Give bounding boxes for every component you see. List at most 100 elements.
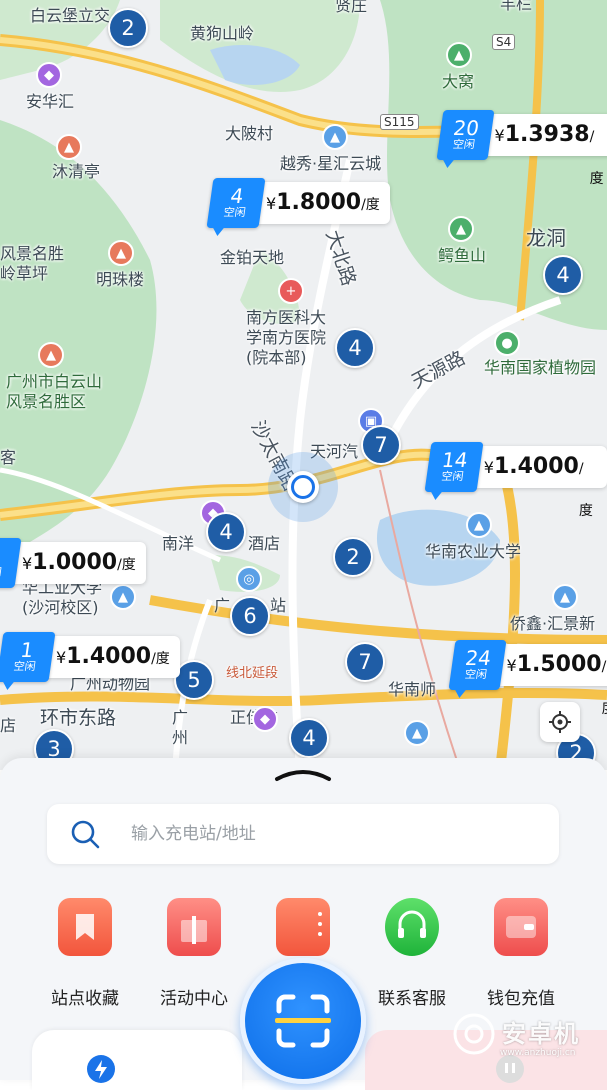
- watermark-title: 安卓机: [502, 1020, 580, 1048]
- station-cluster[interactable]: 4: [289, 718, 329, 758]
- station-cluster[interactable]: 4: [206, 512, 246, 552]
- place-label: 贤庄: [335, 0, 368, 15]
- station-available-count: 20: [451, 116, 481, 140]
- station-available-count: 4: [228, 184, 246, 208]
- highway-badge: S4: [492, 34, 516, 50]
- charging-station-marker[interactable]: 14 空闲 ¥1.4000/度: [424, 442, 607, 519]
- charging-station-marker[interactable]: 0 空闲 ¥1.0000/度: [0, 538, 146, 588]
- price-unit: /度: [117, 557, 136, 573]
- price-unit: /度: [361, 197, 380, 213]
- station-cluster[interactable]: 2: [333, 537, 373, 577]
- scan-qr-icon: [275, 994, 331, 1048]
- feature-favorites[interactable]: 站点收藏: [40, 898, 130, 1013]
- feature-label: 活动中心: [160, 989, 228, 1009]
- charging-station-marker[interactable]: 24 空闲 ¥1.5000/度: [448, 640, 607, 717]
- watermark-logo-icon: [453, 1013, 495, 1055]
- place-label: 沐清亭: [52, 162, 101, 181]
- price-currency: ¥: [266, 194, 277, 213]
- place-label: 环市东路: [40, 707, 117, 729]
- station-price[interactable]: ¥1.4000/度: [475, 446, 607, 519]
- station-cluster[interactable]: 5: [174, 660, 214, 700]
- station-cluster[interactable]: 2: [108, 8, 148, 48]
- station-available-count: 14: [440, 448, 470, 472]
- price-unit: /度: [601, 659, 607, 717]
- price-currency: ¥: [483, 458, 494, 477]
- place-label: 站: [270, 596, 287, 615]
- place-label: 越秀·星汇云城: [280, 154, 382, 173]
- price-currency: ¥: [506, 656, 517, 675]
- feature-label: 钱包充值: [487, 989, 555, 1009]
- station-status: 空闲: [440, 470, 465, 483]
- place-label: 白云堡立交: [30, 6, 111, 25]
- shopping-icon: ◆: [252, 706, 278, 732]
- panel-drag-handle[interactable]: [274, 768, 332, 782]
- station-available-count: 24: [463, 646, 493, 670]
- scenic-icon: ▲: [38, 342, 64, 368]
- station-pin[interactable]: 1 空闲: [0, 632, 56, 682]
- park-icon: ●: [494, 330, 520, 356]
- station-cluster[interactable]: 6: [230, 596, 270, 636]
- feature-customer-service[interactable]: 联系客服: [367, 898, 457, 1013]
- current-location-marker: [268, 452, 338, 522]
- price-currency: ¥: [494, 126, 505, 145]
- feature-label: 站点收藏: [51, 989, 119, 1009]
- ticket-icon: [276, 898, 330, 956]
- price-value: 1.5000: [516, 652, 602, 677]
- feature-wallet-recharge[interactable]: 钱包充值: [476, 898, 566, 1013]
- map-view[interactable]: 白云堡立交 黄狗山岭 贤庄 羊栏 安华汇 大陂村 大窝 沐清亭 越秀·星汇云城 …: [0, 0, 607, 770]
- place-label: 华南师: [388, 680, 437, 699]
- charging-station-marker[interactable]: 4 空闲 ¥1.8000/度: [206, 178, 390, 228]
- place-label: 华南国家植物园: [484, 358, 597, 377]
- station-available-count: 1: [18, 638, 36, 662]
- station-cluster[interactable]: 4: [543, 255, 583, 295]
- metro-icon: ◎: [236, 566, 262, 592]
- feature-activity-center[interactable]: 活动中心: [149, 898, 239, 1013]
- mountain-icon: ▲: [448, 216, 474, 242]
- headset-icon: [385, 898, 439, 956]
- place-label: 酒店: [248, 534, 281, 553]
- station-status: 空闲: [464, 668, 488, 681]
- search-placeholder: 输入充电站/地址: [131, 824, 256, 844]
- scenic-icon: ▲: [108, 240, 134, 266]
- school-icon: ▲: [552, 584, 578, 610]
- station-price[interactable]: ¥1.0000/度: [14, 542, 146, 584]
- price-value: 1.8000: [276, 190, 362, 215]
- scan-button[interactable]: [240, 958, 366, 1084]
- station-status: 空闲: [222, 206, 247, 219]
- watermark: 安卓机 www.anzhuoji.cn: [450, 1010, 600, 1070]
- charging-station-marker[interactable]: 1 空闲 ¥1.4000/度: [0, 632, 180, 682]
- watermark-url: www.anzhuoji.cn: [500, 1048, 576, 1058]
- place-label: 华南农业大学: [425, 542, 522, 561]
- station-price[interactable]: ¥1.5000/度: [498, 644, 607, 717]
- station-status: 空闲: [12, 660, 37, 673]
- price-value: 1.4000: [66, 644, 152, 669]
- place-label: 黄狗山岭: [190, 24, 255, 43]
- station-cluster[interactable]: 4: [335, 328, 375, 368]
- price-unit: /度: [578, 461, 593, 519]
- scenic-icon: ▲: [56, 134, 82, 160]
- price-unit: /度: [589, 129, 604, 187]
- gift-icon: [167, 898, 221, 956]
- price-value: 1.0000: [32, 550, 118, 575]
- station-price[interactable]: ¥1.4000/度: [48, 636, 180, 678]
- bookmark-icon: [58, 898, 112, 956]
- station-status: 空闲: [452, 138, 476, 151]
- place-label: 南方医科大 学南方医院 (院本部): [246, 308, 327, 367]
- station-pin[interactable]: 20 空闲: [436, 110, 495, 160]
- place-label: 羊栏: [500, 0, 533, 13]
- station-available-count: 0: [0, 544, 1, 568]
- station-pin[interactable]: 24 空闲: [448, 640, 507, 690]
- station-pin[interactable]: 14 空闲: [424, 442, 484, 492]
- station-cluster[interactable]: 7: [361, 425, 401, 465]
- station-pin[interactable]: 4 空闲: [206, 178, 266, 228]
- tab-charging[interactable]: [32, 1030, 242, 1090]
- station-cluster[interactable]: 7: [345, 642, 385, 682]
- charging-station-marker[interactable]: 20 空闲 ¥1.3938/度: [436, 110, 607, 187]
- locate-button[interactable]: [540, 702, 580, 742]
- wallet-icon: [494, 898, 548, 956]
- search-bar[interactable]: 输入充电站/地址: [47, 804, 559, 864]
- station-price[interactable]: ¥1.3938/度: [486, 114, 607, 187]
- station-price[interactable]: ¥1.8000/度: [258, 182, 390, 224]
- price-currency: ¥: [56, 648, 67, 667]
- place-label: 店: [0, 716, 17, 735]
